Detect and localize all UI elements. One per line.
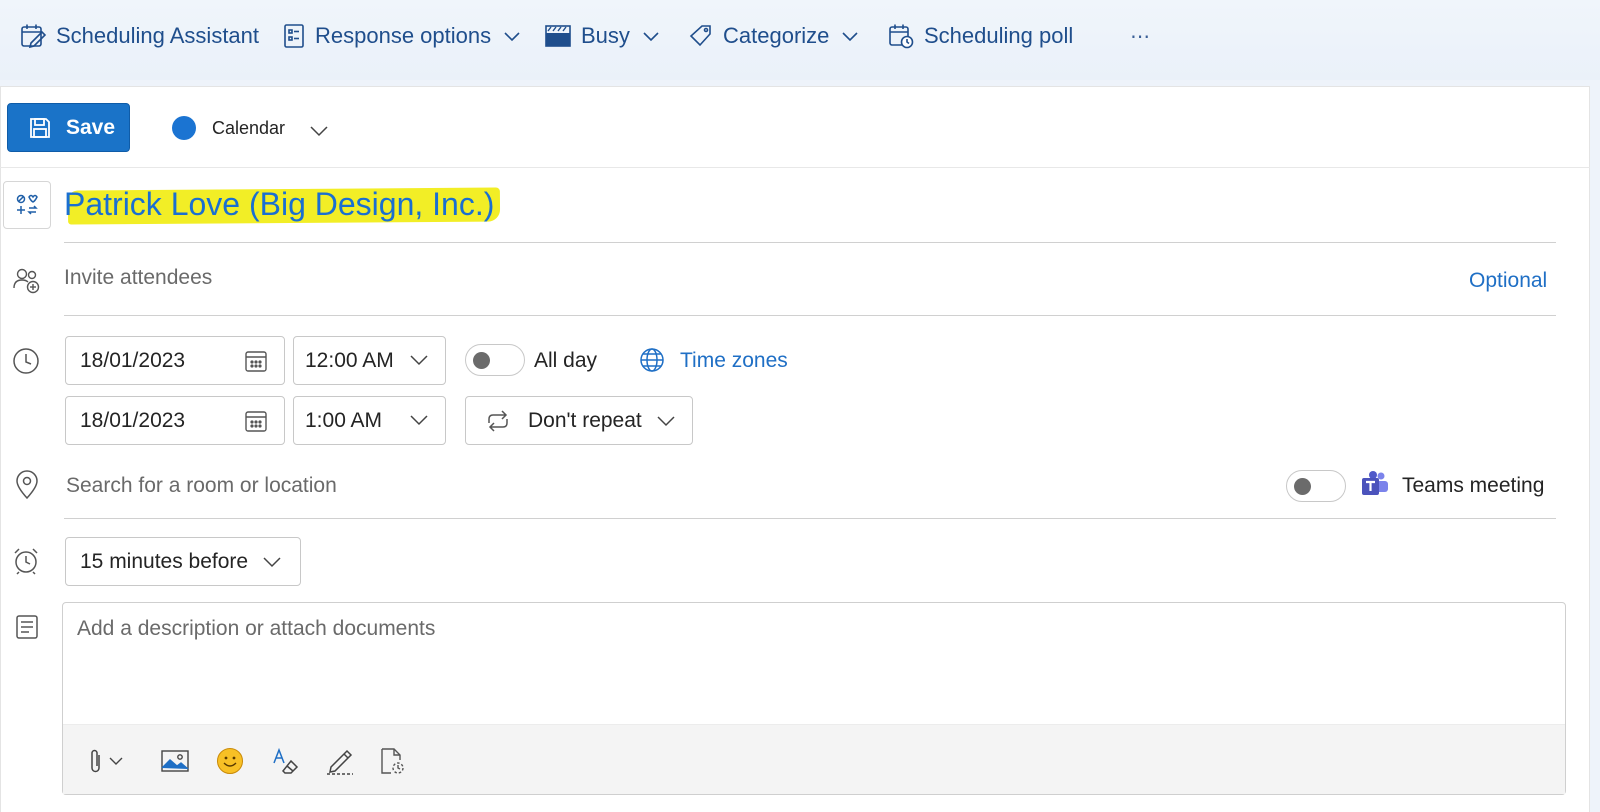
emoji-button[interactable] xyxy=(216,745,244,777)
command-ribbon: Scheduling Assistant Response options Bu… xyxy=(0,0,1600,80)
invite-attendees-input[interactable]: Invite attendees xyxy=(64,266,212,290)
signature-button[interactable] xyxy=(325,745,355,777)
attendees-underline xyxy=(64,315,1556,316)
chevron-down-icon xyxy=(504,32,520,42)
scheduling-assistant-button[interactable]: Scheduling Assistant xyxy=(20,18,259,54)
format-icon xyxy=(273,747,299,774)
scheduling-assistant-icon xyxy=(21,24,46,49)
loop-icon xyxy=(381,748,404,774)
emoji-icon xyxy=(217,748,243,774)
response-options-label: Response options xyxy=(315,23,492,48)
categorize-label: Categorize xyxy=(723,23,830,48)
end-date-field[interactable]: 18/01/2023 xyxy=(65,396,285,445)
attendees-icon xyxy=(12,266,40,294)
time-zones-link[interactable]: Time zones xyxy=(680,349,788,373)
more-options-button[interactable]: ⋯ xyxy=(1130,18,1152,54)
attach-icon xyxy=(91,749,100,773)
repeat-icon xyxy=(488,409,508,432)
save-icon xyxy=(30,117,50,138)
scheduling-poll-icon xyxy=(889,24,914,49)
location-input[interactable]: Search for a room or location xyxy=(66,474,337,498)
busy-label: Busy xyxy=(581,23,630,48)
globe-icon xyxy=(639,347,665,373)
end-time-value: 1:00 AM xyxy=(305,408,383,432)
calendar-selector[interactable]: Calendar xyxy=(172,113,329,143)
calendar-icon[interactable] xyxy=(244,349,268,373)
teams-meeting-toggle[interactable] xyxy=(1286,470,1346,502)
attach-button[interactable] xyxy=(89,745,123,777)
repeat-select[interactable]: Don't repeat xyxy=(465,396,693,445)
format-text-button[interactable] xyxy=(271,745,299,777)
formatting-toolbar xyxy=(63,724,1565,794)
description-placeholder: Add a description or attach documents xyxy=(77,617,436,640)
chevron-down-icon xyxy=(263,556,281,567)
response-options-button[interactable]: Response options xyxy=(283,18,521,54)
all-day-toggle[interactable] xyxy=(465,344,525,376)
chevron-down-icon xyxy=(310,126,328,137)
chevron-down-icon xyxy=(410,415,428,426)
scheduling-poll-button[interactable]: Scheduling poll xyxy=(888,18,1073,54)
repeat-value: Don't repeat xyxy=(528,408,642,432)
calendar-icon[interactable] xyxy=(244,409,268,433)
signature-icon xyxy=(327,749,353,775)
scheduling-assistant-label: Scheduling Assistant xyxy=(56,23,260,48)
busy-button[interactable]: Busy xyxy=(545,18,660,54)
start-time-select[interactable]: 12:00 AM xyxy=(293,336,446,385)
chevron-down-icon xyxy=(109,757,123,765)
chevron-down-icon xyxy=(643,32,659,42)
alarm-icon xyxy=(12,547,40,575)
insert-image-button[interactable] xyxy=(161,745,189,777)
chevron-down-icon xyxy=(410,355,428,366)
toolbar-divider xyxy=(0,167,1590,168)
teams-meeting-label: Teams meeting xyxy=(1402,474,1545,497)
reminder-select[interactable]: 15 minutes before xyxy=(65,537,301,586)
optional-attendees-link[interactable]: Optional xyxy=(1469,269,1547,293)
toggle-knob xyxy=(1294,478,1311,495)
location-underline xyxy=(64,518,1556,519)
chevron-down-icon xyxy=(842,32,858,42)
more-options-label: ⋯ xyxy=(1130,25,1152,48)
clock-icon xyxy=(12,347,40,375)
save-label: Save xyxy=(66,115,116,139)
save-button[interactable]: Save xyxy=(7,103,130,152)
image-icon xyxy=(161,750,189,772)
event-title: Patrick Love (Big Design, Inc.) xyxy=(64,186,495,222)
response-options-icon xyxy=(284,24,304,48)
categorize-button[interactable]: Categorize xyxy=(689,18,859,54)
calendar-color-dot xyxy=(172,116,196,140)
categorize-icon xyxy=(689,25,711,47)
location-icon xyxy=(14,470,40,500)
chevron-down-icon xyxy=(657,415,675,426)
end-date-value: 18/01/2023 xyxy=(80,408,186,432)
scheduling-poll-label: Scheduling poll xyxy=(924,23,1074,48)
reminder-value: 15 minutes before xyxy=(80,549,249,573)
start-date-value: 18/01/2023 xyxy=(80,348,186,372)
event-title-field[interactable]: Patrick Love (Big Design, Inc.) xyxy=(64,180,501,230)
start-time-value: 12:00 AM xyxy=(305,348,394,372)
end-time-select[interactable]: 1:00 AM xyxy=(293,396,446,445)
busy-icon xyxy=(545,25,571,47)
toggle-knob xyxy=(473,352,490,369)
description-editor[interactable]: Add a description or attach documents xyxy=(62,602,1566,795)
loop-component-button[interactable] xyxy=(379,745,405,777)
teams-icon xyxy=(1361,470,1389,498)
title-icon xyxy=(16,194,38,215)
all-day-label: All day xyxy=(534,349,598,372)
title-underline xyxy=(64,242,1556,243)
calendar-label: Calendar xyxy=(212,117,286,138)
description-icon xyxy=(14,614,40,640)
start-date-field[interactable]: 18/01/2023 xyxy=(65,336,285,385)
title-category-button[interactable] xyxy=(3,181,51,229)
